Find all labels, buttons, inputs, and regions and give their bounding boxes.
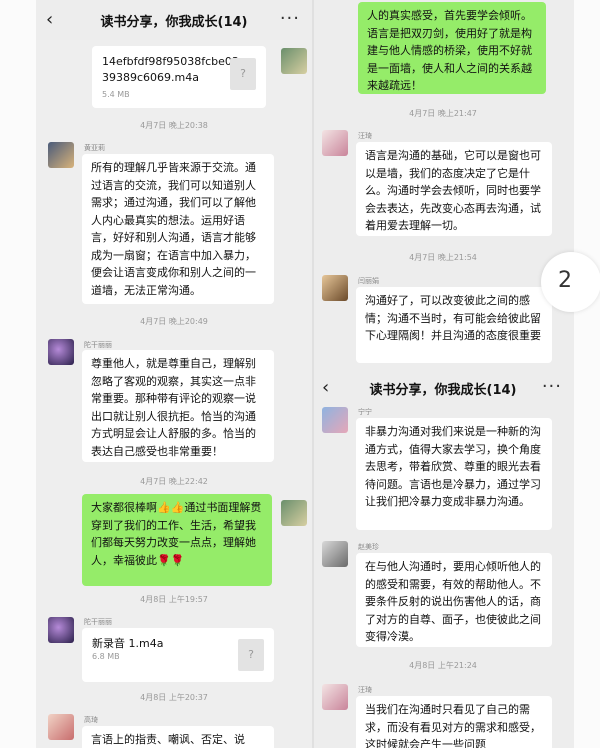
left-chat-screenshot: ‹ 读书分享，你我成长(14) ··· 14efbfdf98f95038fcbe… bbox=[36, 0, 312, 748]
avatar[interactable] bbox=[281, 500, 307, 526]
message-bubble[interactable]: 沟通好了，可以改变彼此之间的感情；沟通不当时，有可能会给彼此留下心理隔阂！并且沟… bbox=[356, 287, 552, 363]
timestamp: 4月7日 晚上20:38 bbox=[140, 121, 208, 130]
message-bubble[interactable]: 尊重他人，就是尊重自己，理解别忽略了客观的观察，其实这一点非常重要。那种带有评论… bbox=[82, 350, 274, 462]
avatar[interactable] bbox=[281, 48, 307, 74]
file-name: 14efbfdf98f95038fcbe0339389c6069.m4a bbox=[102, 55, 239, 84]
file-size: 6.8 MB bbox=[92, 652, 120, 661]
avatar[interactable] bbox=[322, 684, 348, 710]
sender-name: 赵美珍 bbox=[358, 543, 379, 551]
message-bubble[interactable]: 语言是沟通的基础，它可以是窗也可以是墙，我们的态度决定了它是什么。沟通时学会去倾… bbox=[356, 142, 552, 236]
sender-name: 闫丽娟 bbox=[358, 277, 379, 285]
sender-name: 陀干丽丽 bbox=[84, 618, 112, 626]
message-bubble[interactable]: 言语上的指责、嘲讽、否定、说 bbox=[82, 726, 274, 748]
chat-title: 读书分享，你我成长(14) bbox=[369, 383, 517, 398]
avatar[interactable] bbox=[48, 339, 74, 365]
file-message[interactable]: 14efbfdf98f95038fcbe0339389c6069.m4a 5.4… bbox=[92, 46, 266, 108]
file-icon: ? bbox=[230, 58, 256, 90]
sender-name: 陀干丽丽 bbox=[84, 341, 112, 349]
timestamp: 4月7日 晚上21:47 bbox=[409, 109, 477, 118]
message-bubble[interactable]: 在与他人沟通时，要用心倾听他人的的感受和需要，有效的帮助他人。不要条件反射的说出… bbox=[356, 553, 552, 647]
timestamp: 4月8日 上午19:57 bbox=[140, 595, 208, 604]
chat-header: ‹ 读书分享，你我成长(14) ··· bbox=[312, 368, 574, 408]
message-bubble[interactable]: 非暴力沟通对我们来说是一种新的沟通方式，值得大家去学习，换个角度去思考，带着欣赏… bbox=[356, 418, 552, 530]
avatar[interactable] bbox=[322, 275, 348, 301]
avatar[interactable] bbox=[48, 142, 74, 168]
sender-name: 汪琦 bbox=[358, 686, 372, 694]
avatar[interactable] bbox=[322, 130, 348, 156]
chat-header: ‹ 读书分享，你我成长(14) ··· bbox=[36, 0, 312, 40]
timestamp: 4月7日 晚上22:42 bbox=[140, 477, 208, 486]
column-divider bbox=[312, 0, 314, 748]
timestamp: 4月7日 晚上20:49 bbox=[140, 317, 208, 326]
file-size: 5.4 MB bbox=[102, 90, 130, 99]
more-icon[interactable]: ··· bbox=[542, 376, 562, 397]
message-bubble[interactable]: 当我们在沟通时只看见了自己的需求，而没有看见对方的需求和感受，这时候就会产生一些… bbox=[356, 696, 552, 748]
sender-name: 汪琦 bbox=[358, 132, 372, 140]
timestamp: 4月8日 上午20:37 bbox=[140, 693, 208, 702]
file-message[interactable]: 新录音 1.m4a 6.8 MB ? bbox=[82, 628, 274, 682]
sender-name: 黄亚莉 bbox=[84, 144, 105, 152]
message-bubble[interactable]: 大家都很棒啊👍👍通过书面理解贯穿到了我们的工作、生活，希望我们都每天努力改变一点… bbox=[82, 494, 272, 586]
more-icon[interactable]: ··· bbox=[280, 8, 300, 29]
message-bubble[interactable]: 所有的理解几乎皆来源于交流。通过语言的交流，我们可以知道别人需求；通过沟通，我们… bbox=[82, 154, 274, 304]
chat-title: 读书分享，你我成长(14) bbox=[100, 15, 248, 30]
file-name: 新录音 1.m4a bbox=[92, 637, 164, 650]
page-number: 2 bbox=[558, 268, 572, 293]
page-number-badge: 2 bbox=[541, 252, 600, 312]
file-icon: ? bbox=[238, 639, 264, 671]
avatar[interactable] bbox=[322, 407, 348, 433]
avatar[interactable] bbox=[48, 714, 74, 740]
avatar[interactable] bbox=[322, 541, 348, 567]
message-bubble[interactable]: 人的真实感受，首先要学会倾听。语言是把双刃剑，使用好了就是构建与他人情感的桥梁，… bbox=[358, 2, 546, 94]
timestamp: 4月8日 上午21:24 bbox=[409, 661, 477, 670]
sender-name: 高琦 bbox=[84, 716, 98, 724]
timestamp: 4月7日 晚上21:54 bbox=[409, 253, 477, 262]
right-chat-screenshot: 人的真实感受，首先要学会倾听。语言是把双刃剑，使用好了就是构建与他人情感的桥梁，… bbox=[312, 0, 574, 748]
avatar[interactable] bbox=[48, 617, 74, 643]
sender-name: 宁宁 bbox=[358, 408, 372, 416]
